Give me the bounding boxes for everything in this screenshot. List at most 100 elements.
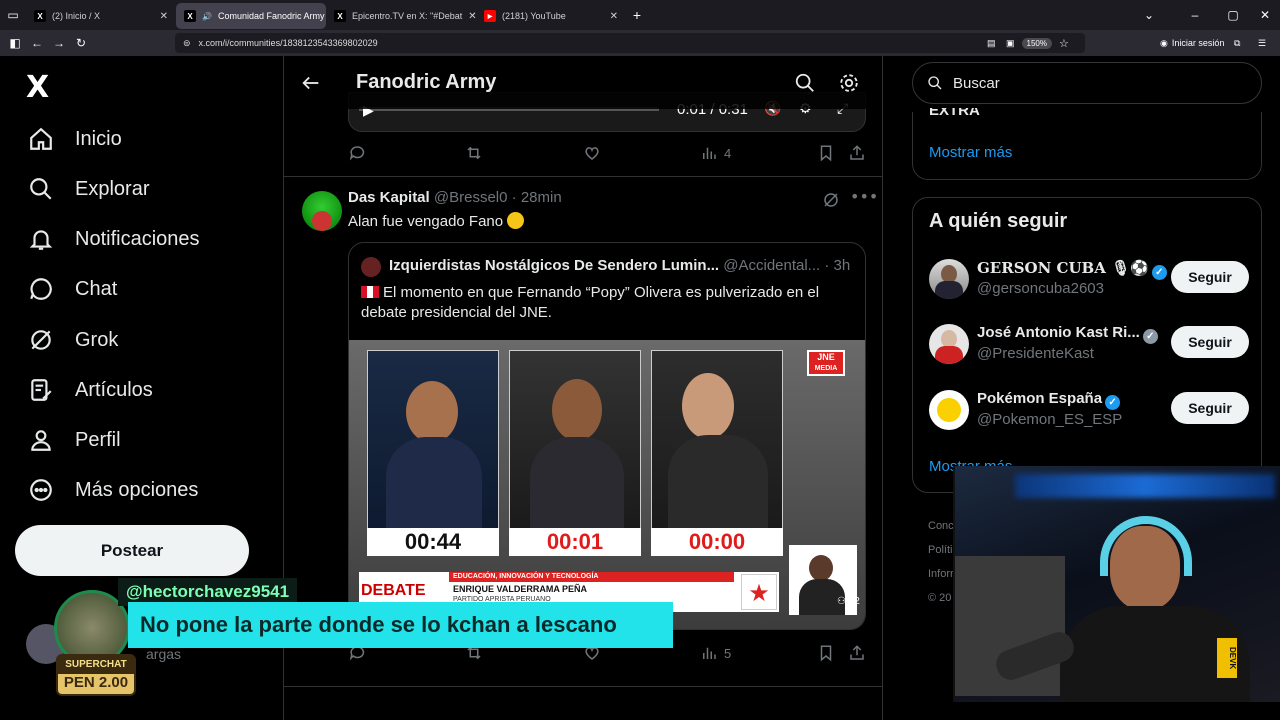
article-icon [31, 379, 52, 401]
suggestion-name[interactable]: GERSON CUBA 🎙⚽ ✓ [977, 259, 1167, 280]
suggestion-handle: @gersoncuba2603 [977, 280, 1104, 297]
bookmark-star-icon[interactable]: ☆ [1059, 37, 1069, 50]
suggestion-item[interactable]: José Antonio Kast Ri... ✓ @PresidenteKast… [929, 322, 1249, 368]
search-input[interactable]: Buscar [912, 62, 1262, 104]
avatar[interactable] [929, 259, 969, 299]
post-text: Alan fue vengado Fano [348, 212, 525, 230]
author-handle[interactable]: @Bressel0 [434, 189, 508, 206]
suggestion-item[interactable]: GERSON CUBA 🎙⚽ ✓ @gersoncuba2603 Seguir [929, 257, 1249, 303]
nav-label: Perfil [75, 428, 121, 451]
nav-mas-opciones[interactable]: Más opciones [28, 477, 198, 503]
avatar[interactable] [302, 191, 342, 231]
footer-link[interactable]: Conc [928, 514, 954, 538]
nav-explorar[interactable]: Explorar [28, 176, 149, 202]
like-icon[interactable] [583, 144, 601, 162]
grok-icon [31, 330, 51, 350]
x-favicon-icon: X [34, 10, 46, 22]
minimize-icon[interactable]: – [1184, 8, 1206, 22]
suggestion-item[interactable]: Pokémon España ✓ @Pokemon_ES_ESP Seguir [929, 388, 1249, 434]
show-more-link[interactable]: Mostrar más [929, 144, 1012, 161]
zoom-level[interactable]: 150% [1021, 37, 1052, 49]
reader-view-icon[interactable]: ▤ [987, 38, 996, 49]
suggestion-name[interactable]: José Antonio Kast Ri... ✓ [977, 324, 1158, 344]
post-button[interactable]: Postear [15, 525, 249, 576]
tab-overview-icon[interactable]: ▭ [0, 8, 26, 22]
share-icon[interactable] [848, 144, 866, 162]
close-icon[interactable]: ✕ [468, 11, 476, 22]
close-icon[interactable]: ✕ [160, 11, 168, 22]
nav-label: Chat [75, 277, 118, 300]
url-text: x.com/i/communities/1838123543369802029 [198, 38, 378, 48]
views-stat[interactable]: 5 [700, 644, 731, 662]
blue-led-strip [1015, 474, 1275, 498]
browser-tab-bar: ▭ X (2) Inicio / X ✕ X 🔊 Comunidad Fanod… [0, 0, 1280, 30]
screenshot-icon[interactable]: ▣ [1006, 38, 1015, 49]
x-logo[interactable]: X [26, 70, 49, 105]
nav-label: Explorar [75, 177, 150, 200]
x-favicon-icon: X [334, 10, 346, 22]
follow-button[interactable]: Seguir [1171, 326, 1249, 358]
suggestion-name[interactable]: Pokémon España ✓ [977, 390, 1121, 410]
footer-link[interactable]: Políti [928, 538, 954, 562]
avatar[interactable] [929, 390, 969, 430]
chat-icon [30, 278, 52, 300]
follow-button[interactable]: Seguir [1171, 392, 1249, 424]
name-text: Pokémon España [977, 390, 1103, 407]
footer-link[interactable]: Inforr [928, 562, 954, 586]
nav-label: Notificaciones [75, 227, 200, 250]
nav-grok[interactable]: Grok [28, 327, 118, 353]
reply-icon[interactable] [348, 144, 366, 162]
menu-icon[interactable]: ☰ [1258, 38, 1266, 49]
nav-chat[interactable]: Chat [28, 276, 117, 302]
quote-tweet[interactable]: Izquierdistas Nostálgicos De Sendero Lum… [348, 242, 866, 630]
nav-articulos[interactable]: Artículos [28, 377, 153, 403]
speaker-icon[interactable]: 🔊 [202, 12, 212, 21]
back-arrow-icon[interactable] [300, 72, 322, 94]
section-title: A quién seguir [929, 210, 1068, 232]
window-close-icon[interactable]: ✕ [1254, 8, 1276, 22]
address-bar[interactable]: ⊜ x.com/i/communities/183812354336980202… [175, 33, 1085, 53]
close-icon[interactable]: ✕ [610, 11, 618, 22]
jersey-brand: DEVK [1217, 638, 1237, 678]
forward-icon[interactable]: → [48, 36, 70, 50]
nav-perfil[interactable]: Perfil [28, 427, 121, 453]
share-icon[interactable] [848, 644, 866, 662]
browser-tab-1[interactable]: X (2) Inicio / X ✕ [26, 3, 176, 29]
sidebar-toggle-icon[interactable]: ◧ [4, 36, 26, 50]
browser-tab-4[interactable]: ▶ (2181) YouTube ✕ [476, 3, 626, 29]
browser-tab-2[interactable]: X 🔊 Comunidad Fanodric Army ✕ [176, 3, 326, 29]
quote-avatar [361, 257, 381, 277]
account-button[interactable]: ◉ Iniciar sesión [1160, 38, 1224, 49]
follow-button[interactable]: Seguir [1171, 261, 1249, 293]
views-stat[interactable]: 4 [700, 144, 731, 162]
signin-label: Iniciar sesión [1171, 38, 1225, 48]
avatar[interactable] [929, 324, 969, 364]
superchat-amount: PEN 2.00 [63, 674, 129, 691]
browser-tab-3[interactable]: X Epicentro.TV en X: "#Debat ✕ [326, 3, 476, 29]
author-name[interactable]: Das Kapital [348, 189, 430, 206]
post-header: Das Kapital @Bressel0 · 28min [348, 189, 562, 206]
extensions-icon[interactable]: ⧉ [1234, 38, 1240, 49]
gear-icon[interactable] [838, 72, 860, 94]
restore-icon[interactable]: ▢ [1222, 8, 1244, 22]
nav-notificaciones[interactable]: Notificaciones [28, 226, 200, 252]
post-text-content: Alan fue vengado Fano [348, 213, 504, 230]
tab-list-icon[interactable]: ⌄ [1138, 8, 1160, 22]
x-favicon-icon: X [184, 10, 196, 22]
back-icon[interactable]: ← [26, 36, 48, 50]
grok-icon[interactable] [822, 191, 840, 209]
timer-3: 00:00 [651, 528, 783, 556]
site-info-icon[interactable]: ⊜ [183, 38, 191, 49]
reload-icon[interactable]: ↻ [70, 36, 92, 50]
browser-toolbar: ◧ ← → ↻ ⊜ x.com/i/communities/1838123543… [0, 30, 1280, 56]
nav-inicio[interactable]: Inicio [28, 126, 122, 152]
bookmark-icon[interactable] [817, 644, 835, 662]
post-time[interactable]: 28min [521, 189, 562, 206]
views-count: 4 [724, 145, 732, 161]
more-options-icon[interactable]: ••• [850, 187, 878, 206]
repost-icon[interactable] [465, 144, 483, 162]
search-icon[interactable] [794, 72, 816, 94]
new-tab-icon[interactable]: + [626, 7, 648, 23]
suggestion-handle: @PresidenteKast [977, 345, 1094, 362]
bookmark-icon[interactable] [817, 144, 835, 162]
